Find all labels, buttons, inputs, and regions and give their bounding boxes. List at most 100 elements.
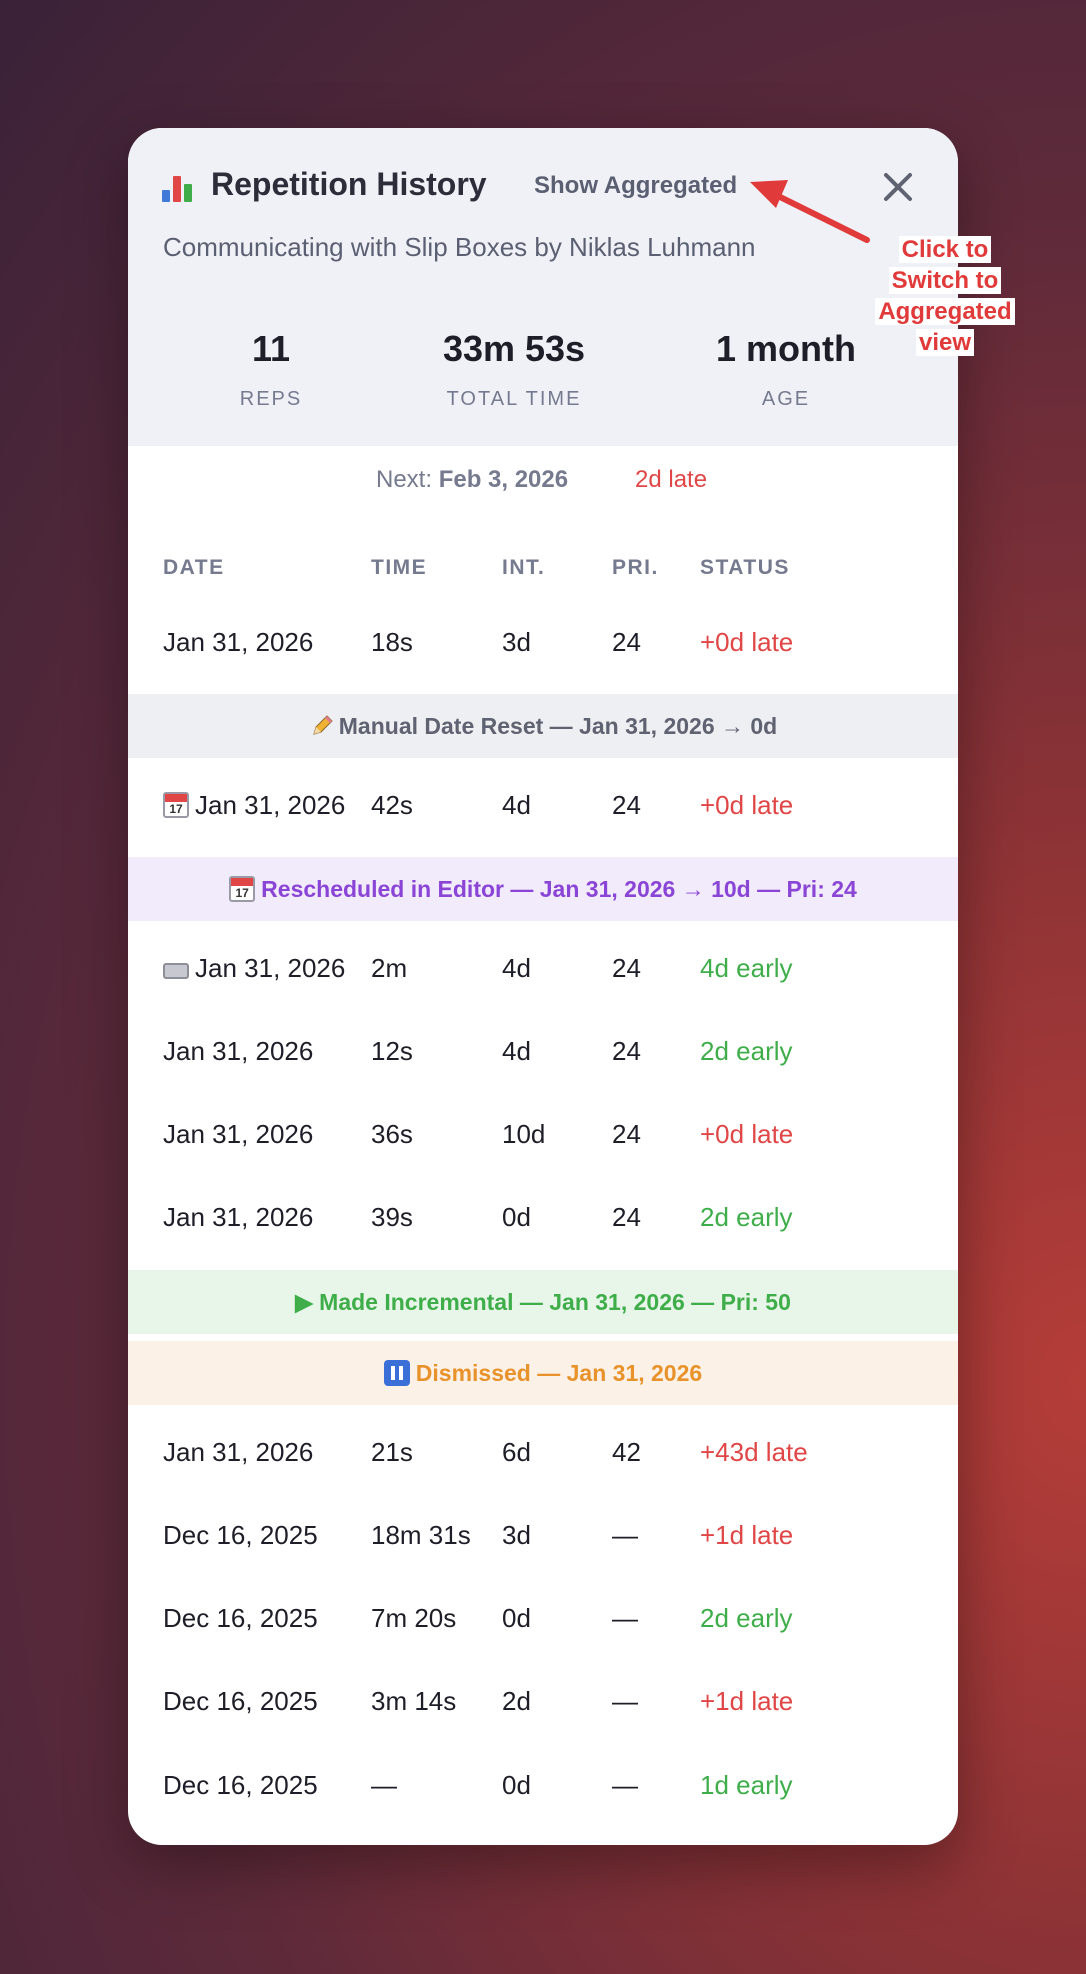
row-interval: 0d [502,1603,531,1633]
row-interval: 10d [502,1119,546,1149]
event-label: ▶ Made Incremental — Jan 31, 2026 — Pri:… [295,1288,791,1315]
bar-chart-icon [162,170,194,202]
table-row: Jan 31, 2026 42s 4d 24 +0d late [128,778,958,838]
row-date: Jan 31, 2026 [163,1119,314,1149]
row-time: 36s [371,1119,413,1149]
row-time: 3m 14s [371,1686,457,1716]
column-header-interval: INT. [502,556,546,579]
next-label: Next: Feb 3, 2026 [376,466,569,493]
event-manual-date-reset: Manual Date Reset — Jan 31, 2026 → 0d [128,694,958,758]
event-dismissed: Dismissed — Jan 31, 2026 [128,1341,958,1405]
row-status: 1d early [700,1770,793,1800]
event-made-incremental: ▶ Made Incremental — Jan 31, 2026 — Pri:… [128,1270,958,1334]
row-time: 42s [371,790,413,820]
next-date: Feb 3, 2026 [438,466,569,493]
row-status: +1d late [700,1686,794,1716]
stat-label: AGE [761,388,811,410]
row-interval: 2d [502,1686,531,1716]
table-row: Jan 31, 2026 2m 4d 24 4d early [128,941,958,1001]
row-date: Jan 31, 2026 [163,627,314,657]
row-status: 2d early [700,1036,793,1066]
row-time: 2m [371,953,408,983]
annotation-line: Click to [898,236,992,263]
row-date: Jan 31, 2026 [163,1202,314,1232]
row-priority: 24 [612,1119,641,1149]
row-interval: 0d [502,1202,531,1232]
row-priority: 24 [612,790,641,820]
pause-icon [383,1360,410,1386]
next-status: 2d late [635,466,708,493]
stat-value: 33m 53s [442,328,586,369]
row-date: Jan 31, 2026 [163,953,345,984]
row-priority: — [612,1770,638,1800]
column-header-status: STATUS [700,556,790,579]
row-date: Jan 31, 2026 [163,1437,314,1467]
event-label: Rescheduled in Editor — Jan 31, 2026 → 1… [261,875,857,902]
close-icon[interactable] [880,168,916,204]
table-row: Dec 16, 2025 — 0d — 1d early [128,1758,958,1818]
row-time: 18m 31s [371,1520,471,1550]
show-aggregated-button[interactable]: Show Aggregated [534,172,737,200]
table-row: Dec 16, 2025 3m 14s 2d — +1d late [128,1674,958,1734]
row-date: Dec 16, 2025 [163,1770,318,1800]
row-date: Dec 16, 2025 [163,1686,318,1716]
row-interval: 3d [502,1520,531,1550]
row-priority: — [612,1686,638,1716]
row-interval: 0d [502,1770,531,1800]
calendar-icon [163,792,189,818]
annotation-line: Switch to [888,267,1002,294]
item-subtitle: Communicating with Slip Boxes by Niklas … [163,232,756,262]
row-interval: 4d [502,790,531,820]
annotation-text: Click to Switch to Aggregated view [860,234,1030,358]
row-date: Jan 31, 2026 [163,790,345,821]
row-time: 39s [371,1202,413,1232]
annotation-line: Aggregated [875,298,1015,325]
row-date: Jan 31, 2026 [163,1036,314,1066]
row-status: +43d late [700,1437,808,1467]
table-row: Dec 16, 2025 7m 20s 0d — 2d early [128,1591,958,1651]
row-status: +0d late [700,790,794,820]
event-label: Dismissed — Jan 31, 2026 [415,1359,703,1386]
table-row: Jan 31, 2026 36s 10d 24 +0d late [128,1107,958,1167]
row-status: +0d late [700,627,794,657]
calendar-icon [229,876,256,902]
annotation-line: view [915,329,975,356]
row-time: 21s [371,1437,413,1467]
row-interval: 6d [502,1437,531,1467]
row-status: +1d late [700,1520,794,1550]
row-time: — [371,1770,397,1800]
event-label: Manual Date Reset — Jan 31, 2026 → 0d [338,712,778,739]
row-interval: 4d [502,953,531,983]
stat-reps: 11 REPS [151,328,391,411]
table-row: Jan 31, 2026 12s 4d 24 2d early [128,1024,958,1084]
next-review: Next: Feb 3, 2026 2d late [128,466,958,506]
row-status: 4d early [700,953,793,983]
page-title: Repetition History [211,166,487,202]
stat-label: REPS [239,388,303,410]
pencil-icon [313,715,333,735]
row-priority: 42 [612,1437,641,1467]
table-row: Jan 31, 2026 18s 3d 24 +0d late [128,615,958,675]
row-status: +0d late [700,1119,794,1149]
row-priority: 24 [612,953,641,983]
column-header-date: DATE [163,556,225,579]
column-header-priority: PRI. [612,556,659,579]
row-date: Dec 16, 2025 [163,1603,318,1633]
stat-value: 11 [251,328,291,369]
row-priority: — [612,1520,638,1550]
row-date: Dec 16, 2025 [163,1520,318,1550]
keyboard-icon [163,963,189,979]
stat-total-time: 33m 53s TOTAL TIME [394,328,634,411]
row-status: 2d early [700,1603,793,1633]
row-priority: 24 [612,627,641,657]
row-priority: 24 [612,1202,641,1232]
table-row: Jan 31, 2026 39s 0d 24 2d early [128,1190,958,1250]
row-time: 18s [371,627,413,657]
table-row: Jan 31, 2026 21s 6d 42 +43d late [128,1425,958,1485]
row-time: 12s [371,1036,413,1066]
stat-label: TOTAL TIME [446,388,582,410]
row-interval: 3d [502,627,531,657]
row-priority: 24 [612,1036,641,1066]
column-header-time: TIME [371,556,428,579]
row-status: 2d early [700,1202,793,1232]
